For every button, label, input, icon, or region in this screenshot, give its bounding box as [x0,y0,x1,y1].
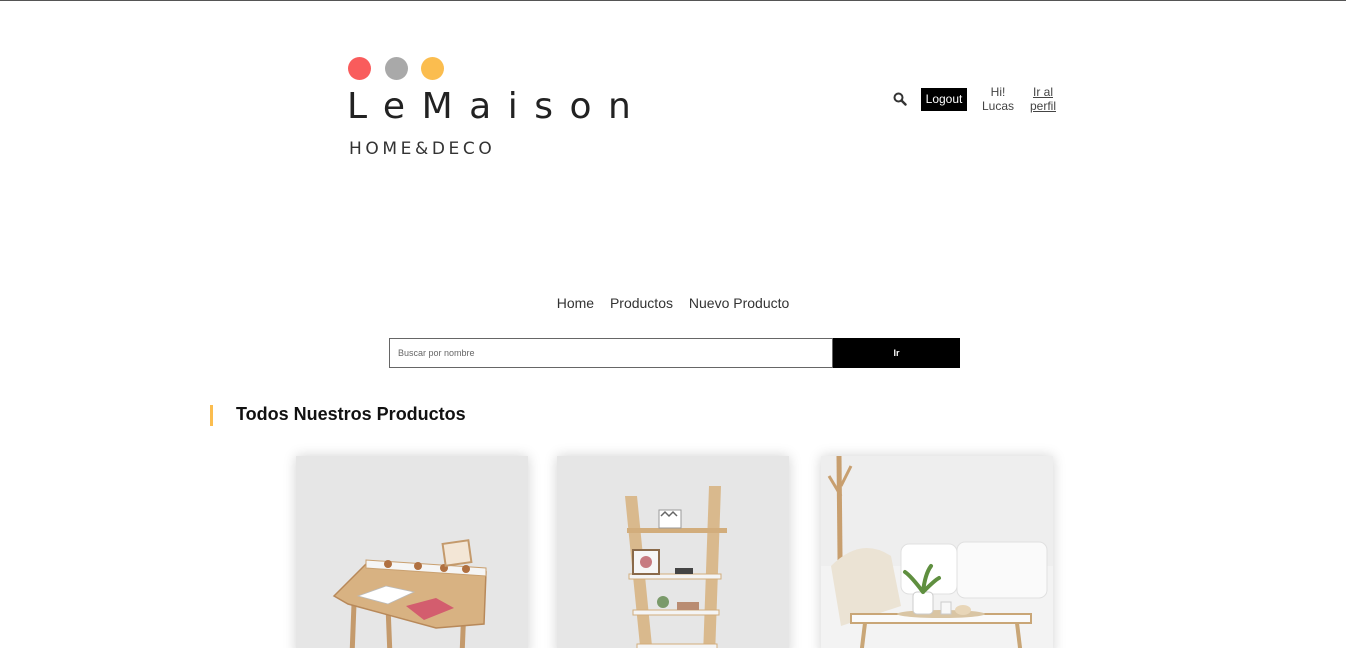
desk-product-image [296,456,528,648]
search-input[interactable] [389,338,833,368]
brand-name: LeMaison [347,86,648,127]
section-accent-bar [210,405,213,426]
logout-button[interactable]: Logout [921,88,967,111]
logo-dot-gray [385,57,408,80]
profile-link[interactable]: Ir al perfil [1026,85,1060,113]
section-title: Todos Nuestros Productos [236,404,466,424]
greeting-line-1: Hi! [990,85,1006,99]
nav-item-home[interactable]: Home [557,295,594,311]
search-icon[interactable] [893,92,907,106]
nav-item-nuevo-producto[interactable]: Nuevo Producto [689,295,789,311]
logo-dot-red [348,57,371,80]
product-card[interactable] [557,456,789,648]
main-nav: Home Productos Nuevo Producto [0,295,1346,311]
top-border [0,0,1346,1]
profile-link-line-2: perfil [1029,99,1056,113]
profile-link-line-1: Ir al [1032,85,1053,99]
user-greeting: Hi! Lucas [980,85,1016,113]
product-card[interactable] [821,456,1053,648]
nav-item-productos[interactable]: Productos [610,295,673,311]
coffee-table-product-image [821,456,1053,648]
logo-dot-yellow [421,57,444,80]
brand-tagline: HOME&DECO [349,139,496,159]
greeting-username: Lucas [981,99,1015,113]
search-submit-button[interactable]: Ir [833,338,960,368]
ladder-shelf-product-image [557,456,789,648]
product-search-form: Ir [389,338,960,368]
product-card[interactable] [296,456,528,648]
logo[interactable]: LeMaison HOME&DECO [347,56,637,166]
